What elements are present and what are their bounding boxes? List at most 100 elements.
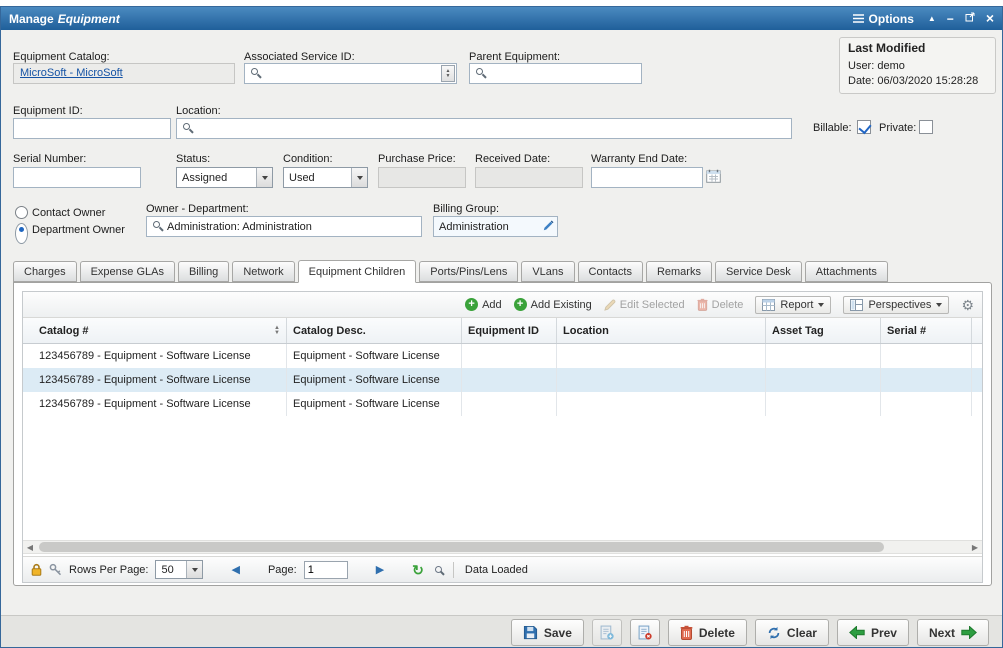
tab-service-desk[interactable]: Service Desk [715,261,802,282]
scroll-left-button[interactable]: ◀ [23,543,37,552]
perspectives-button[interactable]: Perspectives [843,296,949,314]
tab-charges[interactable]: Charges [13,261,77,282]
lock-button[interactable] [31,563,42,576]
refresh-icon [767,626,781,640]
grid-settings-button[interactable]: ⚙ [961,298,974,312]
grid-status-text: Data Loaded [465,564,528,576]
condition-select[interactable]: Used [283,167,368,188]
equipment-id-input[interactable] [13,118,171,139]
minimize-button[interactable]: − [947,13,954,25]
clear-button[interactable]: Clear [755,619,829,646]
tab-billing[interactable]: Billing [178,261,229,282]
delete-button[interactable]: Delete [668,619,747,646]
cell-catalog-desc: Equipment - Software License [287,344,462,368]
close-button[interactable]: × [986,11,994,25]
plus-circle-icon: + [465,298,478,311]
column-header-equipment-id[interactable]: Equipment ID [462,318,557,343]
scroll-right-button[interactable]: ▶ [968,543,982,552]
tab-bar: Charges Expense GLAs Billing Network Equ… [13,259,990,282]
tab-ports-pins-lens[interactable]: Ports/Pins/Lens [419,261,518,282]
chevron-down-icon [936,303,942,307]
parent-equipment-input[interactable] [469,63,642,84]
popout-icon [965,12,975,22]
chevron-up-icon: ▲ [928,14,936,23]
report-button[interactable]: Report [755,296,831,314]
next-button[interactable]: Next [917,619,989,646]
column-header-label: Asset Tag [772,325,824,337]
popout-button[interactable] [965,12,975,25]
page-prev-button[interactable]: ◀ [231,563,239,576]
calendar-button[interactable] [705,169,722,186]
report-button-label: Report [780,299,813,311]
column-header-label: Catalog Desc. [293,325,366,337]
tab-contacts[interactable]: Contacts [578,261,643,282]
search-icon [435,566,442,573]
equipment-id-field [13,118,171,139]
options-button[interactable]: Options [853,12,914,26]
received-date-field [475,167,583,188]
lookup-spinner-button[interactable]: ▲ ▼ [441,65,455,82]
add-existing-button[interactable]: + Add Existing [514,298,592,311]
contact-owner-radio[interactable] [15,206,28,219]
warranty-end-date-input[interactable] [591,167,703,188]
scrollbar-thumb[interactable] [39,542,884,552]
billing-group-label: Billing Group: [433,203,499,215]
save-new-button[interactable] [592,619,622,646]
tab-vlans[interactable]: VLans [521,261,574,282]
trash-icon [697,298,708,311]
save-button[interactable]: Save [511,619,584,646]
column-header-asset-tag[interactable]: Asset Tag [766,318,881,343]
calendar-icon [706,169,721,183]
page-next-button[interactable]: ▶ [376,563,384,576]
key-button[interactable] [49,563,62,576]
status-select[interactable]: Assigned [176,167,273,188]
equipment-children-grid: + Add + Add Existing Edit Selected Delet… [22,291,983,583]
table-row[interactable]: 123456789 - Equipment - Software License… [23,392,982,416]
prev-button-label: Prev [871,626,897,640]
tab-expense-glas[interactable]: Expense GLAs [80,261,175,282]
horizontal-scrollbar[interactable]: ◀ ▶ [23,540,982,554]
trash-icon [680,625,693,640]
billable-checkbox[interactable] [857,120,871,134]
chevron-down-icon [256,168,272,187]
grid-footer: Rows Per Page: 50 ◀ Page: ▶ ↻ Data Loade… [23,556,982,582]
location-input[interactable] [176,118,792,139]
department-owner-radio[interactable] [15,223,28,244]
prev-button[interactable]: Prev [837,619,909,646]
pencil-icon [604,299,616,311]
billing-group-field[interactable]: Administration [433,216,558,237]
cell-location [557,368,766,392]
collapse-button[interactable]: ▲ [928,15,936,23]
arrow-left-icon: ◀ [231,564,239,576]
cell-equipment-id [462,392,557,416]
add-button[interactable]: + Add [465,298,502,311]
private-checkbox[interactable] [919,120,933,134]
rows-per-page-select[interactable]: 50 [155,560,203,579]
page-input[interactable] [304,561,348,579]
chevron-down-icon [351,168,367,187]
column-header-catalog-desc[interactable]: Catalog Desc. [287,318,462,343]
serial-number-input[interactable] [13,167,141,188]
associated-service-id-input[interactable] [244,63,457,84]
equipment-catalog-link[interactable]: MicroSoft - MicroSoft [20,67,123,79]
zoom-button[interactable] [431,564,442,576]
table-row[interactable]: 123456789 - Equipment - Software License… [23,368,982,392]
private-label: Private: [879,122,916,134]
add-button-label: Add [482,299,502,311]
refresh-button[interactable]: ↻ [412,563,424,577]
cell-asset-tag [766,344,881,368]
chevron-down-icon [186,561,202,578]
last-modified-panel: Last Modified User: demo Date: 06/03/202… [839,37,996,94]
tab-equipment-children[interactable]: Equipment Children [298,260,417,283]
tab-network[interactable]: Network [232,261,294,282]
edit-selected-label: Edit Selected [620,299,685,311]
owner-department-input[interactable] [146,216,422,237]
table-row[interactable]: 123456789 - Equipment - Software License… [23,344,982,368]
column-header-catalog-number[interactable]: Catalog # ▲▼ [23,318,287,343]
column-header-serial[interactable]: Serial # [881,318,972,343]
tab-attachments[interactable]: Attachments [805,261,888,282]
parent-equipment-field [469,63,642,84]
save-close-button[interactable] [630,619,660,646]
column-header-location[interactable]: Location [557,318,766,343]
tab-remarks[interactable]: Remarks [646,261,712,282]
